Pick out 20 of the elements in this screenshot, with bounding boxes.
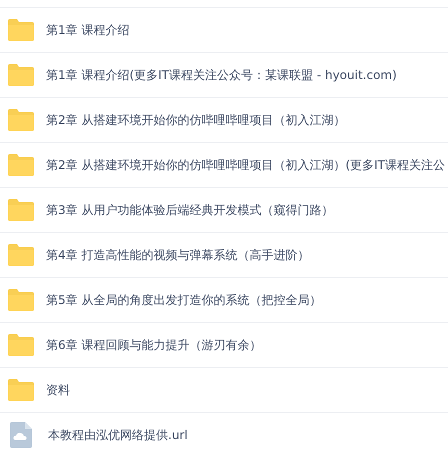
cloud-file-icon (10, 422, 32, 448)
folder-icon (8, 379, 34, 401)
folder-name[interactable]: 第3章 从用户功能体验后端经典开发模式（窥得门路） (46, 202, 334, 218)
folder-name[interactable]: 第1章 课程介绍(更多IT课程关注公众号：某课联盟 - hyouit.com) (46, 66, 397, 84)
folder-name[interactable]: 第2章 从搭建环境开始你的仿哔哩哔哩项目（初入江湖）(更多IT课程关注公 (46, 156, 445, 174)
folder-name[interactable]: 第6章 课程回顾与能力提升（游刃有余） (46, 336, 262, 354)
folder-icon (8, 199, 34, 221)
folder-icon (8, 64, 34, 86)
folder-name[interactable]: 第2章 从搭建环境开始你的仿哔哩哔哩项目（初入江湖） (46, 112, 346, 128)
folder-name[interactable]: 资料 (46, 382, 70, 398)
folder-icon (8, 109, 34, 131)
folder-icon (8, 154, 34, 176)
folder-name[interactable]: 第5章 从全局的角度出发打造你的系统（把控全局） (46, 292, 322, 308)
folder-icon (8, 289, 34, 311)
folder-name[interactable]: 第1章 课程介绍 (46, 22, 130, 38)
folder-icon (8, 244, 34, 266)
folder-icon (8, 19, 34, 41)
folder-name[interactable]: 第4章 打造高性能的视频与弹幕系统（高手进阶） (46, 246, 310, 264)
folder-icon (8, 334, 34, 356)
file-name[interactable]: 本教程由泓优网络提供.url (48, 426, 188, 444)
